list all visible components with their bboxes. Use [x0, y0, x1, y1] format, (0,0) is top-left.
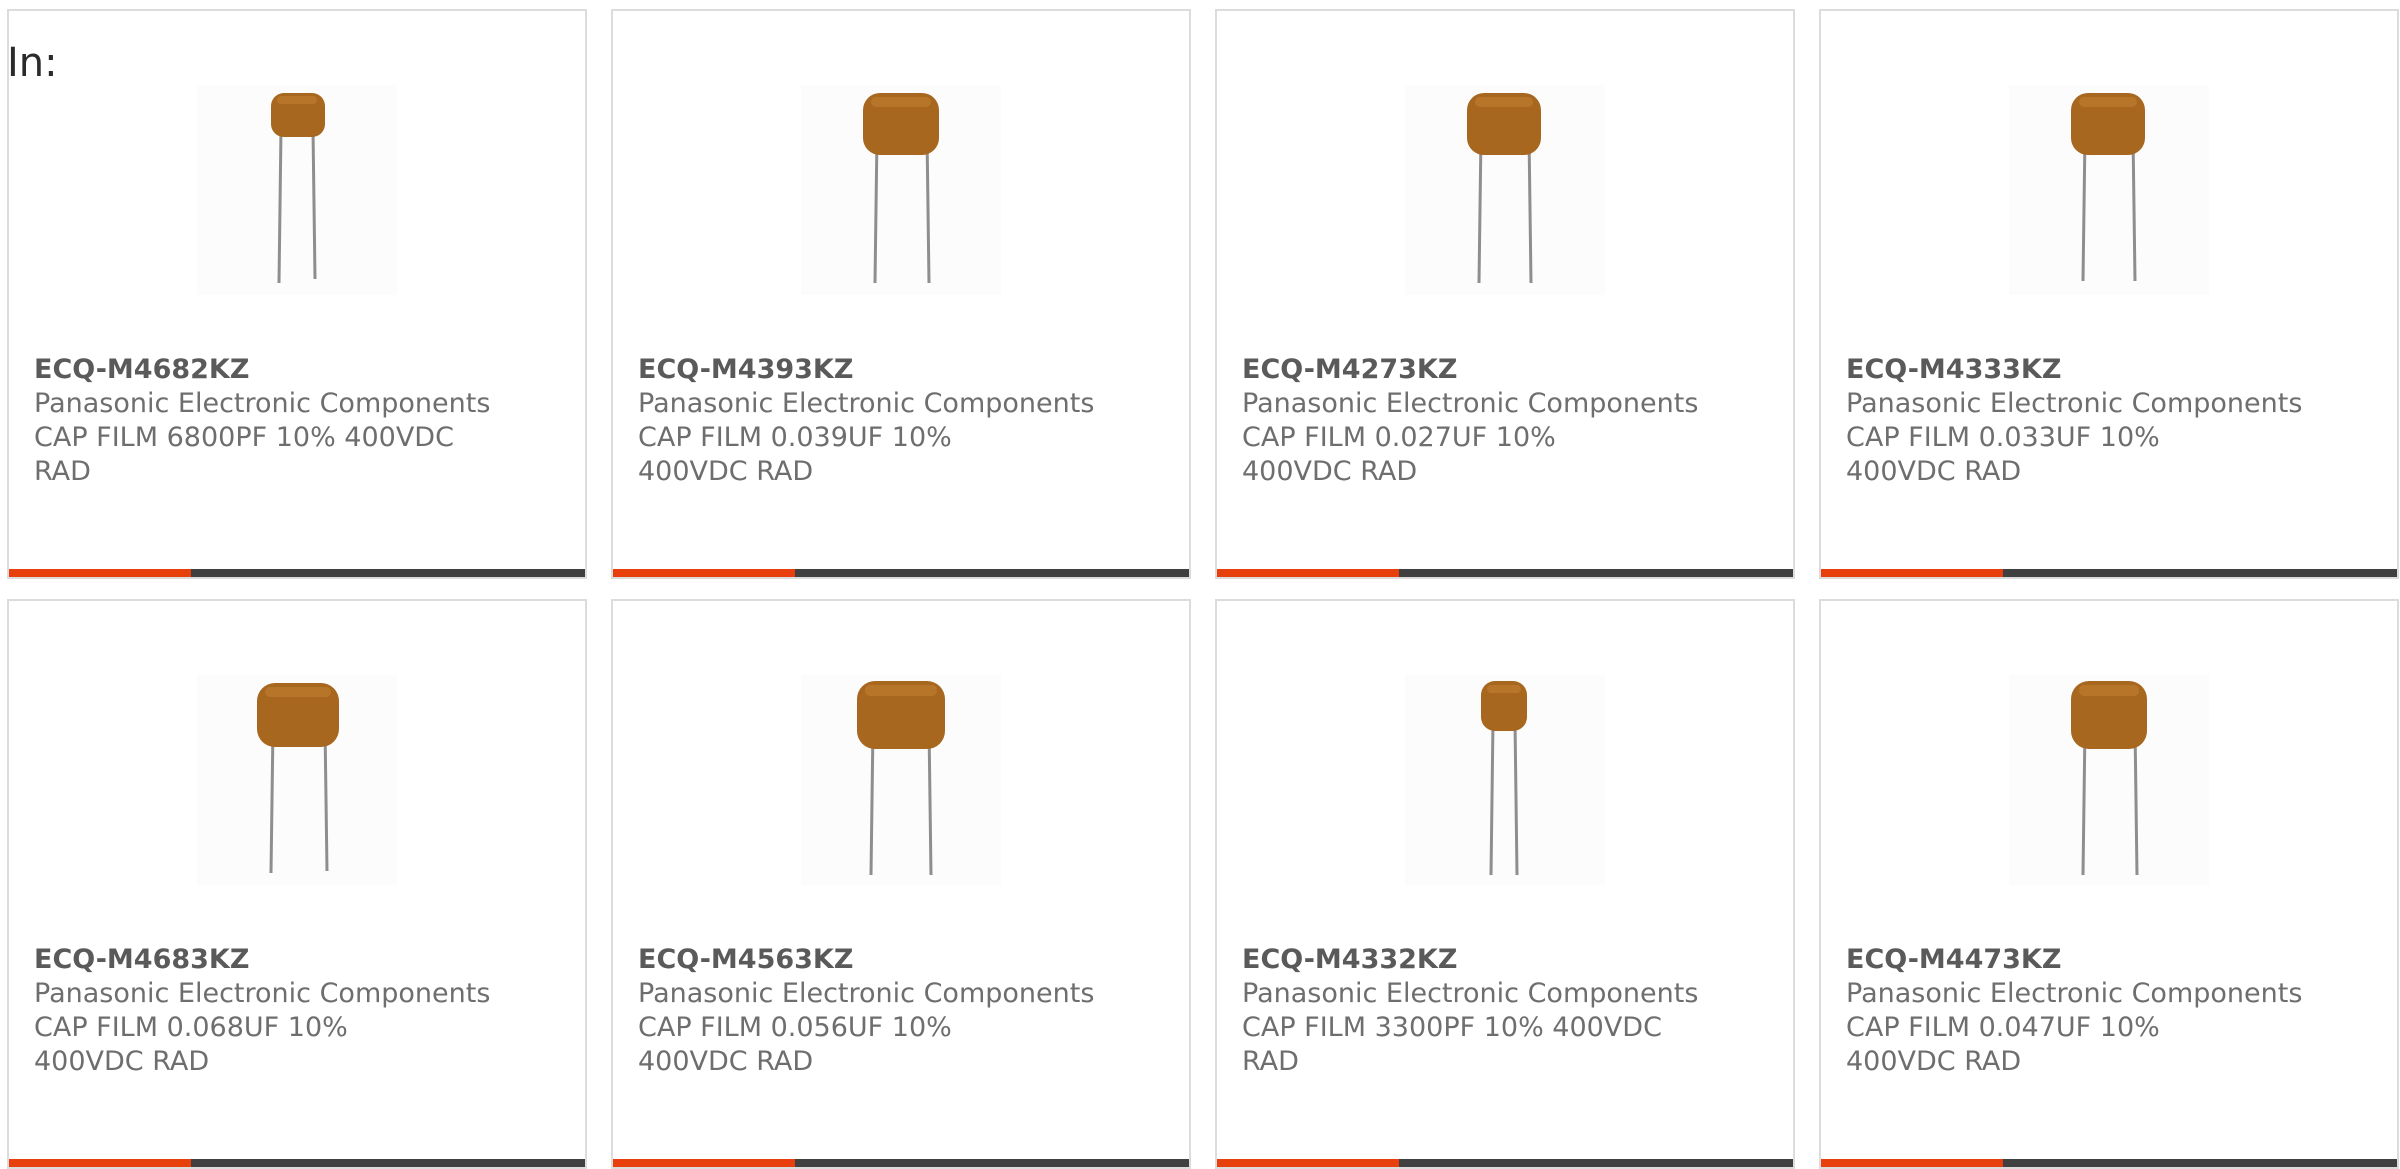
product-grid: ECQ-M4682KZ Panasonic Electronic Compone…: [7, 9, 2399, 1169]
product-description: CAP FILM 0.033UF 10% 400VDC RAD: [1846, 422, 2160, 487]
card-accent-bar: [9, 1159, 191, 1167]
capacitor-photo: [801, 85, 1001, 295]
manufacturer: Panasonic Electronic Components: [1846, 388, 2303, 419]
product-description: CAP FILM 3300PF 10% 400VDC RAD: [1242, 1012, 1662, 1077]
card-accent-bar: [1821, 1159, 2003, 1167]
filter-label: In:: [7, 40, 58, 86]
card-bottom-bar: [9, 569, 585, 577]
part-number[interactable]: ECQ-M4473KZ: [1846, 943, 2061, 977]
part-number[interactable]: ECQ-M4273KZ: [1242, 353, 1457, 387]
card-bottom-bar: [1821, 1159, 2397, 1167]
product-card[interactable]: ECQ-M4473KZ Panasonic Electronic Compone…: [1819, 599, 2399, 1169]
product-description: CAP FILM 6800PF 10% 400VDC RAD: [34, 422, 454, 487]
manufacturer: Panasonic Electronic Components: [34, 388, 491, 419]
capacitor-photo: [2009, 85, 2209, 295]
part-number[interactable]: ECQ-M4393KZ: [638, 353, 853, 387]
product-card[interactable]: ECQ-M4332KZ Panasonic Electronic Compone…: [1215, 599, 1795, 1169]
card-accent-bar: [613, 569, 795, 577]
product-card[interactable]: ECQ-M4682KZ Panasonic Electronic Compone…: [7, 9, 587, 579]
capacitor-photo: [197, 85, 397, 295]
card-accent-bar: [613, 1159, 795, 1167]
manufacturer: Panasonic Electronic Components: [34, 978, 491, 1009]
card-bottom-bar: [1217, 1159, 1793, 1167]
part-number[interactable]: ECQ-M4683KZ: [34, 943, 249, 977]
card-bottom-bar: [1821, 569, 2397, 577]
card-bottom-bar: [613, 1159, 1189, 1167]
manufacturer: Panasonic Electronic Components: [638, 388, 1095, 419]
card-accent-bar: [1821, 569, 2003, 577]
card-accent-bar: [1217, 569, 1399, 577]
product-description: CAP FILM 0.068UF 10% 400VDC RAD: [34, 1012, 348, 1077]
product-description: CAP FILM 0.027UF 10% 400VDC RAD: [1242, 422, 1556, 487]
product-card[interactable]: ECQ-M4563KZ Panasonic Electronic Compone…: [611, 599, 1191, 1169]
part-number[interactable]: ECQ-M4563KZ: [638, 943, 853, 977]
capacitor-photo: [1405, 675, 1605, 885]
product-card[interactable]: ECQ-M4683KZ Panasonic Electronic Compone…: [7, 599, 587, 1169]
capacitor-photo: [801, 675, 1001, 885]
product-card[interactable]: ECQ-M4333KZ Panasonic Electronic Compone…: [1819, 9, 2399, 579]
card-bottom-bar: [9, 1159, 585, 1167]
card-bottom-bar: [1217, 569, 1793, 577]
manufacturer: Panasonic Electronic Components: [1242, 978, 1699, 1009]
capacitor-photo: [2009, 675, 2209, 885]
card-bottom-bar: [613, 569, 1189, 577]
product-card[interactable]: ECQ-M4393KZ Panasonic Electronic Compone…: [611, 9, 1191, 579]
manufacturer: Panasonic Electronic Components: [1846, 978, 2303, 1009]
capacitor-photo: [1405, 85, 1605, 295]
manufacturer: Panasonic Electronic Components: [638, 978, 1095, 1009]
product-card[interactable]: ECQ-M4273KZ Panasonic Electronic Compone…: [1215, 9, 1795, 579]
manufacturer: Panasonic Electronic Components: [1242, 388, 1699, 419]
part-number[interactable]: ECQ-M4332KZ: [1242, 943, 1457, 977]
card-accent-bar: [1217, 1159, 1399, 1167]
part-number[interactable]: ECQ-M4333KZ: [1846, 353, 2061, 387]
product-description: CAP FILM 0.039UF 10% 400VDC RAD: [638, 422, 952, 487]
product-description: CAP FILM 0.047UF 10% 400VDC RAD: [1846, 1012, 2160, 1077]
card-accent-bar: [9, 569, 191, 577]
capacitor-photo: [197, 675, 397, 885]
product-description: CAP FILM 0.056UF 10% 400VDC RAD: [638, 1012, 952, 1077]
part-number[interactable]: ECQ-M4682KZ: [34, 353, 249, 387]
